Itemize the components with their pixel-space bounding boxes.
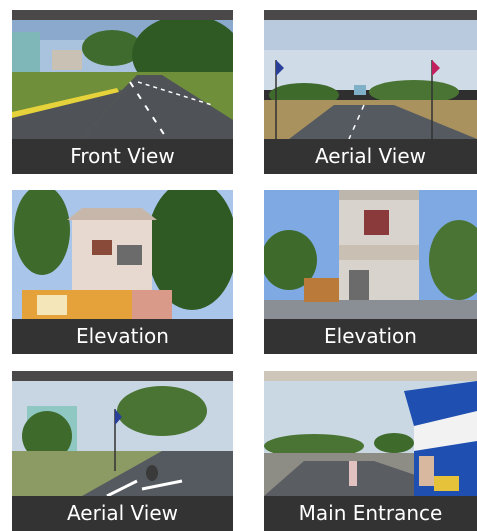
aerial-view-photo[interactable] (12, 381, 233, 496)
card-top-band (264, 10, 477, 20)
front-view-photo[interactable] (12, 20, 233, 139)
gallery-card-aerial-view[interactable]: Aerial View (264, 10, 477, 174)
aerial-view-photo[interactable] (264, 20, 477, 139)
card-caption: Front View (12, 139, 233, 174)
card-top-band (12, 10, 233, 20)
card-caption: Aerial View (264, 139, 477, 174)
main-entrance-photo[interactable] (264, 381, 477, 496)
elevation-photo[interactable] (264, 190, 477, 319)
gallery-card-front-view[interactable]: Front View (12, 10, 233, 174)
card-caption: Elevation (12, 319, 233, 354)
card-top-band (12, 371, 233, 381)
elevation-photo[interactable] (12, 190, 233, 319)
gallery-card-elevation-1[interactable]: Elevation (12, 190, 233, 354)
card-caption: Aerial View (12, 496, 233, 531)
card-top-band (264, 371, 477, 381)
gallery-card-main-entrance[interactable]: Main Entrance (264, 371, 477, 531)
card-caption: Elevation (264, 319, 477, 354)
gallery-card-elevation-2[interactable]: Elevation (264, 190, 477, 354)
card-caption: Main Entrance (264, 496, 477, 531)
gallery-card-aerial-view-2[interactable]: Aerial View (12, 371, 233, 531)
